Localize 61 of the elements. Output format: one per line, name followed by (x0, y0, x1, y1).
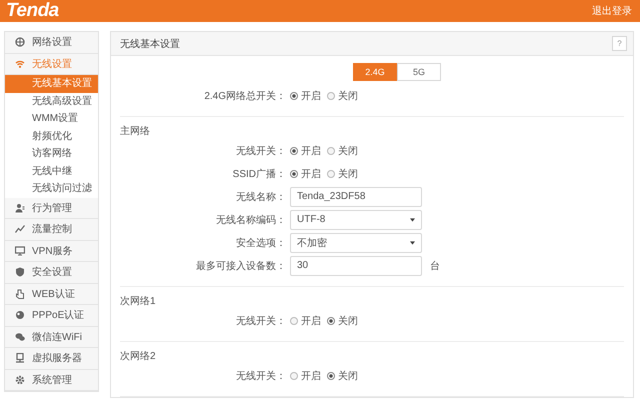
wifi-icon (15, 58, 25, 69)
text-input[interactable]: Tenda_23DF58 (290, 186, 422, 206)
radio-option[interactable]: 关闭 (327, 144, 358, 158)
sidebar-item[interactable]: 系统管理 (5, 370, 98, 391)
dropdown[interactable]: 不加密 (290, 232, 422, 252)
sidebar-item[interactable]: 安全设置 (5, 262, 98, 284)
unit-label: 台 (430, 260, 440, 272)
radio-button[interactable] (327, 92, 335, 100)
section-title: 主网络 (120, 125, 151, 139)
server-icon (15, 353, 25, 364)
radio-option[interactable]: 开启 (290, 166, 321, 180)
sidebar-item[interactable]: 微信连WiFi (5, 326, 98, 348)
panel-title: 无线基本设置 (120, 38, 180, 50)
radio-button[interactable] (327, 170, 335, 178)
chat-icon (15, 332, 25, 342)
radio-button[interactable] (327, 372, 335, 380)
field-label: 最多可接入设备数： (195, 260, 286, 272)
sidebar-item[interactable]: 网络设置 (5, 32, 98, 54)
radio-option[interactable]: 开启 (290, 314, 321, 328)
line-chart-icon (15, 224, 25, 234)
field-label: 安全选项： (235, 236, 286, 250)
user-icon (15, 202, 25, 213)
field-label: 无线名称： (235, 190, 286, 204)
radio-button[interactable] (327, 316, 335, 324)
sidebar-item[interactable]: VPN服务 (5, 240, 98, 262)
field-label: 2.4G网络总开关： (203, 90, 286, 102)
sidebar-item[interactable]: WEB认证 (5, 284, 98, 305)
radio-option[interactable]: 开启 (290, 88, 321, 102)
radio-button[interactable] (327, 146, 335, 154)
sidebar-item[interactable]: 虚拟服务器 (5, 348, 98, 370)
radio-option[interactable]: 关闭 (327, 166, 358, 180)
radio-button[interactable] (290, 92, 298, 100)
field-label: SSID广播： (232, 168, 286, 180)
hand-icon (15, 288, 25, 299)
monitor-icon (15, 246, 25, 256)
dropdown[interactable]: UTF-8 (290, 210, 422, 230)
text-input[interactable]: 30 (290, 256, 422, 276)
radio-button[interactable] (290, 170, 298, 178)
radio-button[interactable] (290, 372, 298, 380)
field-label: 无线开关： (235, 370, 286, 382)
section-title: 次网络2 (120, 350, 157, 364)
field-label: 无线开关： (235, 144, 286, 158)
gear-icon (15, 374, 25, 385)
sidebar-item[interactable]: 流量控制 (5, 219, 98, 240)
radio-option[interactable]: 关闭 (327, 88, 358, 102)
sidebar-item[interactable]: 行为管理 (5, 198, 98, 219)
shield-icon (15, 267, 25, 278)
radio-option[interactable]: 关闭 (327, 368, 358, 382)
radio-option[interactable]: 开启 (290, 144, 321, 158)
caret-icon (410, 240, 415, 244)
section-title: 次网络1 (120, 295, 157, 309)
caret-icon (410, 218, 415, 222)
radio-button[interactable] (290, 146, 298, 154)
sidebar-item[interactable]: PPPoE认证 (5, 305, 98, 326)
band-tab[interactable]: 5G (397, 63, 441, 81)
radio-button[interactable] (290, 316, 298, 324)
radio-option[interactable]: 开启 (290, 368, 321, 382)
radio-option[interactable]: 关闭 (327, 314, 358, 328)
field-label: 无线名称编码： (215, 214, 286, 226)
field-label: 无线开关： (235, 314, 286, 328)
logo: Tenda (6, 0, 59, 22)
